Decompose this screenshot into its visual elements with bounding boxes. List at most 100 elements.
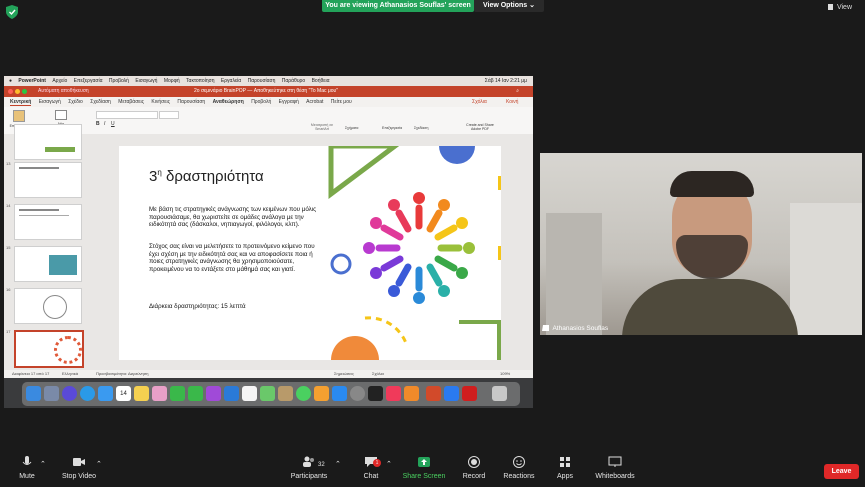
numbers-icon[interactable] (170, 386, 185, 401)
slide-thumbnail[interactable] (14, 162, 82, 198)
comments-status-button[interactable]: Σχόλια (372, 370, 384, 378)
comments-button[interactable]: Σχόλια (472, 97, 487, 107)
menu-item[interactable]: Βοήθεια (312, 78, 330, 84)
stop-video-button[interactable]: Stop Video (60, 456, 98, 480)
italic-button[interactable]: I (104, 121, 105, 127)
shapes-button[interactable]: Σχήματα (345, 126, 358, 130)
bold-button[interactable]: B (96, 121, 100, 127)
menu-item[interactable]: Αρχείο (52, 78, 67, 84)
slide-thumbnail[interactable] (14, 246, 82, 282)
system-preferences-icon[interactable] (350, 386, 365, 401)
tab-transitions[interactable]: Μεταβάσεις (118, 99, 144, 105)
autosave-toggle[interactable]: Αυτόματη αποθήκευση (38, 86, 89, 97)
slide-thumbnail[interactable] (14, 288, 82, 324)
language-status[interactable]: Ελληνικά (62, 370, 78, 378)
slide-number: 15 (6, 245, 11, 250)
participants-options-caret[interactable]: ⌃ (335, 460, 341, 468)
podcasts-icon[interactable] (206, 386, 221, 401)
maps-icon[interactable] (260, 386, 275, 401)
mute-button[interactable]: Mute (14, 456, 40, 480)
reminders-icon[interactable] (242, 386, 257, 401)
messages-icon[interactable] (296, 386, 311, 401)
reactions-button[interactable]: Reactions (502, 456, 536, 480)
pages-icon[interactable] (314, 386, 329, 401)
underline-button[interactable]: U (111, 121, 115, 127)
thumbnail-text (19, 215, 69, 216)
tab-slideshow[interactable]: Παρουσίαση (177, 99, 205, 105)
menu-item[interactable]: Τακτοποίηση (186, 78, 214, 84)
record-icon (468, 456, 480, 468)
zoom-app-icon[interactable] (444, 386, 459, 401)
font-size-box[interactable] (159, 111, 179, 119)
tab-review[interactable]: Αναθεώρηση (213, 99, 244, 105)
design-button[interactable]: Σχεδίαση (414, 126, 428, 130)
security-shield-icon[interactable] (6, 5, 18, 19)
participant-video[interactable] (540, 153, 862, 335)
slide-thumbnail[interactable] (14, 124, 82, 160)
notes-app-icon[interactable] (134, 386, 149, 401)
app-store-icon[interactable] (332, 386, 347, 401)
notes-button[interactable]: Σημειώσεις (334, 370, 354, 378)
slide-thumbnail[interactable] (14, 204, 82, 240)
contacts-icon[interactable] (278, 386, 293, 401)
participants-button[interactable]: Participants (288, 456, 330, 480)
tab-animations[interactable]: Κινήσεις (151, 99, 170, 105)
menu-item[interactable]: Εργαλεία (221, 78, 241, 84)
new-slide-icon (55, 110, 67, 120)
search-icon[interactable]: ⌕ (516, 86, 519, 97)
tab-acrobat[interactable]: Acrobat (306, 99, 323, 105)
video-options-caret[interactable]: ⌃ (96, 460, 102, 468)
window-minimize-icon[interactable] (15, 89, 20, 94)
create-pdf-button[interactable]: Create and Share Adobe PDF (462, 123, 498, 131)
window-close-icon[interactable] (8, 89, 13, 94)
convert-smartart-button[interactable]: Μετατροπή σε SmartArt (304, 123, 340, 131)
apple-icon[interactable]: ● (9, 78, 12, 84)
slide-canvas[interactable]: 3η δραστηριότητα Με βάση τις στρατηγικές… (119, 146, 501, 360)
view-button[interactable]: View (828, 4, 852, 11)
reactions-label: Reactions (503, 473, 535, 480)
tab-home[interactable]: Κεντρική (10, 99, 32, 106)
tab-insert[interactable]: Εισαγωγή (39, 99, 61, 105)
calendar-icon[interactable]: 14 (116, 386, 131, 401)
tab-tell-me[interactable]: Πείτε μου (331, 99, 352, 105)
siri-icon[interactable] (62, 386, 77, 401)
menu-item[interactable]: Επεξεργασία (74, 78, 103, 84)
finder-icon[interactable] (26, 386, 41, 401)
photos-icon[interactable] (152, 386, 167, 401)
mute-options-caret[interactable]: ⌃ (40, 460, 46, 468)
powerpoint-icon[interactable] (426, 386, 441, 401)
terminal-icon[interactable] (368, 386, 383, 401)
menu-item[interactable]: Μορφή (164, 78, 180, 84)
menu-item[interactable]: PowerPoint (18, 78, 46, 84)
font-name-box[interactable] (96, 111, 158, 119)
mail-icon[interactable] (98, 386, 113, 401)
accessibility-status[interactable]: Προσβασιμότητα: Διερεύνηση (96, 370, 148, 378)
menu-item[interactable]: Παρουσίαση (248, 78, 276, 84)
menu-item[interactable]: Προβολή (109, 78, 129, 84)
tab-record[interactable]: Εγγραφή (279, 99, 299, 105)
tab-view[interactable]: Προβολή (251, 99, 271, 105)
safari-icon[interactable] (80, 386, 95, 401)
view-options-button[interactable]: View Options ⌄ (474, 0, 544, 12)
leave-button[interactable]: Leave (824, 464, 859, 479)
record-button[interactable]: Record (461, 456, 487, 480)
facetime-icon[interactable] (188, 386, 203, 401)
apps-button[interactable]: Apps (554, 456, 576, 480)
window-maximize-icon[interactable] (22, 89, 27, 94)
share-screen-button[interactable]: Share Screen (402, 456, 446, 480)
whiteboards-button[interactable]: Whiteboards (593, 456, 637, 480)
music-icon[interactable] (386, 386, 401, 401)
chat-options-caret[interactable]: ⌃ (386, 460, 392, 468)
tab-design[interactable]: Σχεδίαση (90, 99, 111, 105)
tab-draw[interactable]: Σχέδιο (68, 99, 83, 105)
keynote-icon[interactable] (224, 386, 239, 401)
launchpad-icon[interactable] (44, 386, 59, 401)
trash-icon[interactable] (492, 386, 507, 401)
books-icon[interactable] (404, 386, 419, 401)
menu-item[interactable]: Εισαγωγή (135, 78, 157, 84)
menu-item[interactable]: Παράθυρο (282, 78, 305, 84)
editing-button[interactable]: Επεξεργασία (382, 126, 402, 130)
slide-thumbnail-selected[interactable] (14, 330, 84, 368)
zoom-level[interactable]: 109% (500, 370, 510, 378)
acrobat-icon[interactable] (462, 386, 477, 401)
